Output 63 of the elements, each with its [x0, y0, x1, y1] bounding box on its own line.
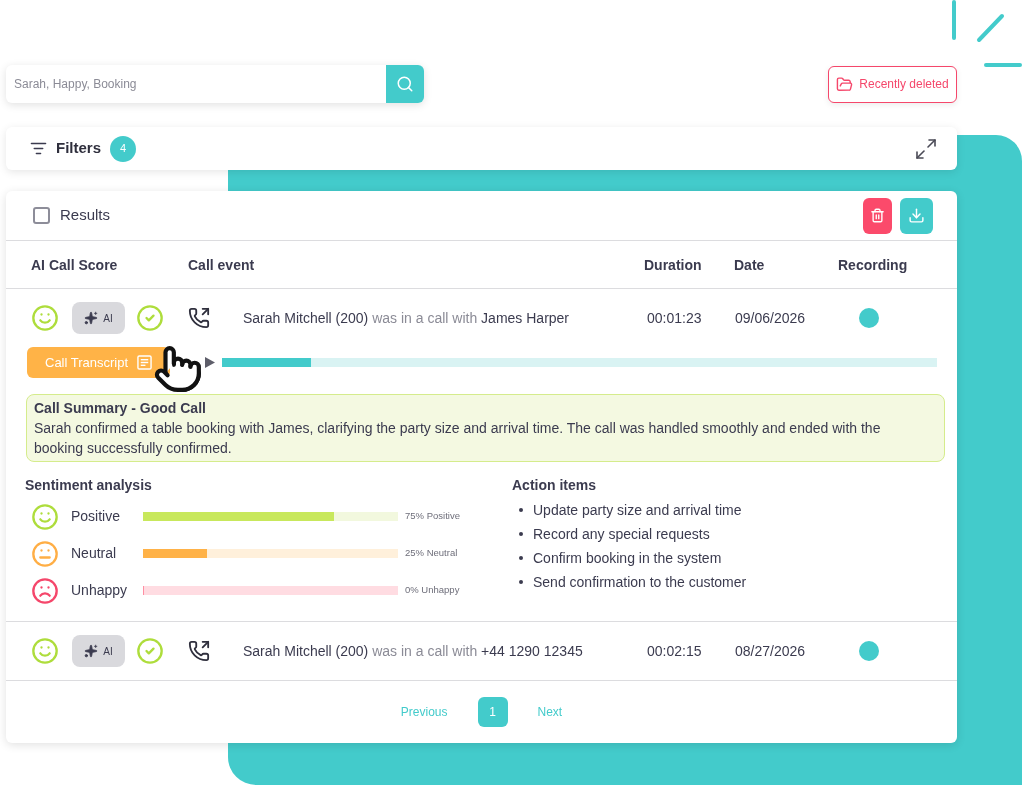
column-header: AI Call Score	[31, 256, 118, 273]
search-field[interactable]: Sarah, Happy, Booking	[6, 65, 386, 103]
trash-icon	[870, 208, 885, 223]
bullet-icon	[519, 556, 523, 560]
page-button[interactable]: 1	[477, 697, 508, 727]
sentiment-reading: 75% Positive	[405, 509, 460, 524]
neutral-face-icon	[31, 539, 59, 568]
delete-button[interactable]	[863, 197, 892, 234]
sentiment-label: Neutral	[71, 544, 118, 563]
date-text: 09/06/2026	[735, 310, 806, 326]
sentiment-label: Positive	[71, 507, 122, 526]
check-circle-icon	[136, 304, 164, 332]
sentiment-reading: 0% Unhappy	[405, 583, 460, 598]
call-event-text: Sarah Mitchell (200) was in a call with James Harper	[243, 308, 570, 328]
hand-cursor-icon	[153, 344, 203, 394]
smiley-face-icon	[31, 502, 59, 531]
filter-count-badge: 4	[110, 135, 136, 162]
sparkle-icon	[84, 644, 99, 658]
duration-text: 00:02:15	[647, 643, 702, 659]
results-label: Results	[60, 205, 111, 226]
action-item-text: Confirm booking in the system	[533, 548, 722, 568]
ai-analysis-button[interactable]: AI	[72, 302, 125, 334]
action-item-text: Record any special requests	[533, 524, 710, 544]
outgoing-call-icon	[188, 640, 210, 662]
sentiment-reading: 25% Neutral	[405, 546, 458, 561]
action-item-text: Send confirmation to the customer	[533, 572, 747, 592]
sparkle-lines-icon	[950, 0, 1024, 69]
date-text: 08/27/2026	[735, 643, 806, 659]
previous-link[interactable]: Previous	[400, 703, 448, 721]
duration-text: 00:01:23	[647, 310, 702, 326]
recently-deleted-button[interactable]: Recently deleted	[828, 65, 957, 103]
document-icon	[137, 355, 153, 370]
bullet-icon	[519, 532, 523, 536]
summary-title: Call Summary - Good Call	[34, 399, 207, 418]
action-items-heading: Action items	[512, 476, 596, 495]
play-icon[interactable]	[205, 357, 215, 368]
download-button[interactable]	[900, 197, 933, 234]
column-header: Duration	[644, 256, 702, 273]
filter-icon	[30, 140, 47, 157]
check-circle-icon	[136, 637, 164, 665]
search-icon	[396, 75, 414, 93]
summary-text: Sarah confirmed a table booking with James, clarifying the party size and arrival time. The call was handled smoothly and ended with the booking successfully confirmed.	[34, 419, 882, 458]
call-event-text: Sarah Mitchell (200) was in a call with +44 1290 12345	[243, 641, 583, 661]
action-item-text: Update party size and arrival time	[533, 500, 742, 520]
filters-label[interactable]: Filters	[56, 137, 101, 160]
sentiment-label: Unhappy	[71, 581, 129, 600]
ai-analysis-button[interactable]: AI	[72, 635, 125, 667]
folder-icon	[836, 75, 854, 93]
column-header: Call event	[188, 256, 255, 273]
column-header: Date	[734, 256, 765, 273]
next-link[interactable]: Next	[537, 703, 563, 721]
bullet-icon	[519, 580, 523, 584]
sentiment-heading: Sentiment analysis	[25, 476, 152, 495]
bullet-icon	[519, 508, 523, 512]
expand-icon[interactable]	[914, 136, 938, 161]
sparkle-icon	[84, 311, 99, 325]
playback-track[interactable]	[222, 358, 937, 367]
select-all-checkbox[interactable]	[33, 207, 50, 224]
column-header: Recording	[838, 256, 908, 273]
search-button[interactable]	[386, 65, 424, 103]
outgoing-call-icon	[188, 307, 210, 329]
sad-face-icon	[31, 576, 59, 605]
download-icon	[908, 207, 925, 224]
